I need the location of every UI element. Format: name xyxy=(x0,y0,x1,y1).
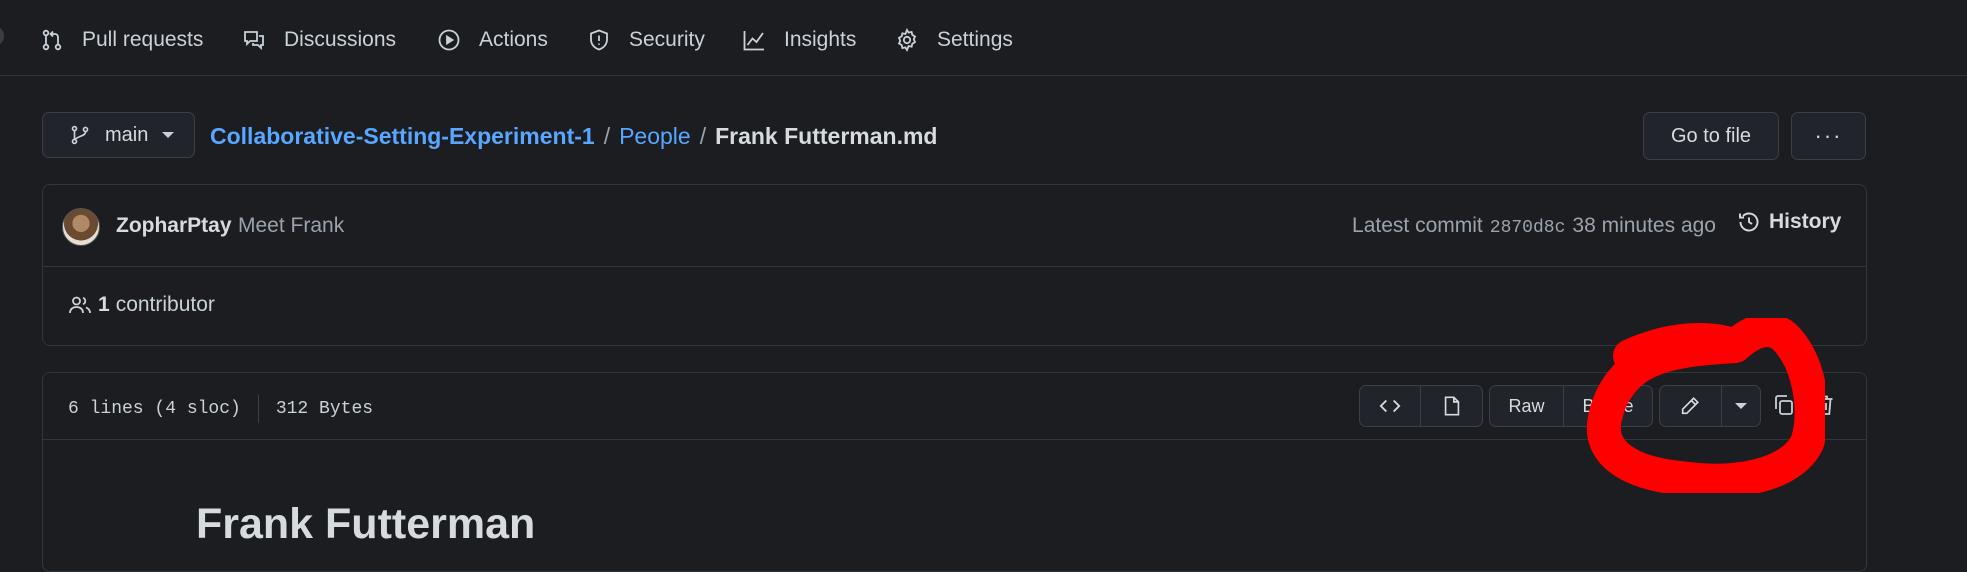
copy-icon[interactable] xyxy=(1772,393,1796,417)
tab-label: Pull requests xyxy=(82,28,204,51)
latest-commit-box: ZopharPtay Meet Frank Latest commit 2870… xyxy=(42,184,1867,346)
contributors-link[interactable]: 1 contributor xyxy=(68,293,215,317)
contributors-label: contributor xyxy=(115,293,215,316)
repo-nav: Pull requests Discussions Actions Securi… xyxy=(0,0,1967,76)
actions-icon xyxy=(438,29,460,51)
trash-icon[interactable] xyxy=(1812,393,1836,417)
breadcrumb-separator: / xyxy=(603,122,611,149)
file-lines: 6 lines (4 sloc) xyxy=(68,399,241,419)
history-icon xyxy=(1739,212,1759,232)
edit-file-button[interactable] xyxy=(1660,386,1721,426)
code-icon xyxy=(1379,399,1401,413)
commit-message-link[interactable]: Meet Frank xyxy=(238,214,344,238)
tab-settings[interactable]: Settings xyxy=(895,20,1013,60)
raw-blame-group: Raw Blame xyxy=(1489,385,1653,427)
tab-insights[interactable]: Insights xyxy=(742,20,856,60)
latest-commit-info: Latest commit 2870d8c 38 minutes ago xyxy=(1352,214,1716,238)
breadcrumb-current-file: Frank Futterman.md xyxy=(715,122,938,149)
edit-group xyxy=(1659,385,1761,427)
tab-label: Security xyxy=(629,28,705,51)
code-view-button[interactable] xyxy=(1360,386,1420,426)
file-header: 6 lines (4 sloc) 312 Bytes Raw Blame xyxy=(43,373,1866,440)
file-info: 6 lines (4 sloc) 312 Bytes xyxy=(68,395,373,423)
tab-label: Insights xyxy=(784,28,857,51)
tab-label: Settings xyxy=(937,28,1013,51)
chevron-down-icon xyxy=(162,132,175,138)
chevron-down-icon xyxy=(1734,403,1747,409)
branch-select-button[interactable]: main xyxy=(42,112,195,158)
tab-label: Actions xyxy=(479,28,548,51)
pencil-icon xyxy=(1682,397,1700,415)
go-to-file-button[interactable]: Go to file xyxy=(1643,112,1779,160)
shield-icon xyxy=(590,29,608,51)
tab-label: Discussions xyxy=(284,28,397,51)
latest-commit-label: Latest commit xyxy=(1352,214,1483,237)
history-link[interactable]: History xyxy=(1737,210,1841,234)
breadcrumb-repo-link[interactable]: Collaborative-Setting-Experiment-1 xyxy=(210,123,595,150)
contributors-count: 1 xyxy=(98,293,110,316)
divider xyxy=(257,395,259,423)
file-size: 312 Bytes xyxy=(275,399,374,419)
view-toggle-group xyxy=(1359,385,1483,427)
file-icon xyxy=(1444,396,1459,416)
more-options-button[interactable]: ··· xyxy=(1791,112,1866,160)
commit-summary-row: ZopharPtay Meet Frank Latest commit 2870… xyxy=(43,185,1866,267)
gear-icon xyxy=(897,28,917,52)
history-label: History xyxy=(1769,210,1842,233)
nav-overflow-edge xyxy=(0,28,4,44)
breadcrumb: Collaborative-Setting-Experiment-1 / Peo… xyxy=(210,120,937,152)
discussions-icon xyxy=(244,31,264,51)
blame-button[interactable]: Blame xyxy=(1563,386,1652,426)
people-icon xyxy=(69,296,91,314)
commit-author-link[interactable]: ZopharPtay xyxy=(116,214,232,238)
markdown-heading: Frank Futterman xyxy=(196,500,536,548)
commit-sha-link[interactable]: 2870d8c xyxy=(1490,218,1566,238)
tab-discussions[interactable]: Discussions xyxy=(242,20,396,60)
branch-label: main xyxy=(105,123,149,146)
breadcrumb-folder-link[interactable]: People xyxy=(619,123,691,150)
tab-security[interactable]: Security xyxy=(587,20,705,60)
tab-pull-requests[interactable]: Pull requests xyxy=(40,20,203,60)
git-branch-icon xyxy=(71,125,89,145)
graph-icon xyxy=(743,31,764,51)
tab-actions[interactable]: Actions xyxy=(437,20,548,60)
commit-time: 38 minutes ago xyxy=(1572,214,1716,237)
avatar[interactable] xyxy=(62,208,100,246)
breadcrumb-separator: / xyxy=(699,122,707,149)
raw-button[interactable]: Raw xyxy=(1490,386,1563,426)
preview-view-button[interactable] xyxy=(1420,386,1482,426)
pull-request-icon xyxy=(42,29,62,51)
edit-options-dropdown[interactable] xyxy=(1720,386,1760,426)
